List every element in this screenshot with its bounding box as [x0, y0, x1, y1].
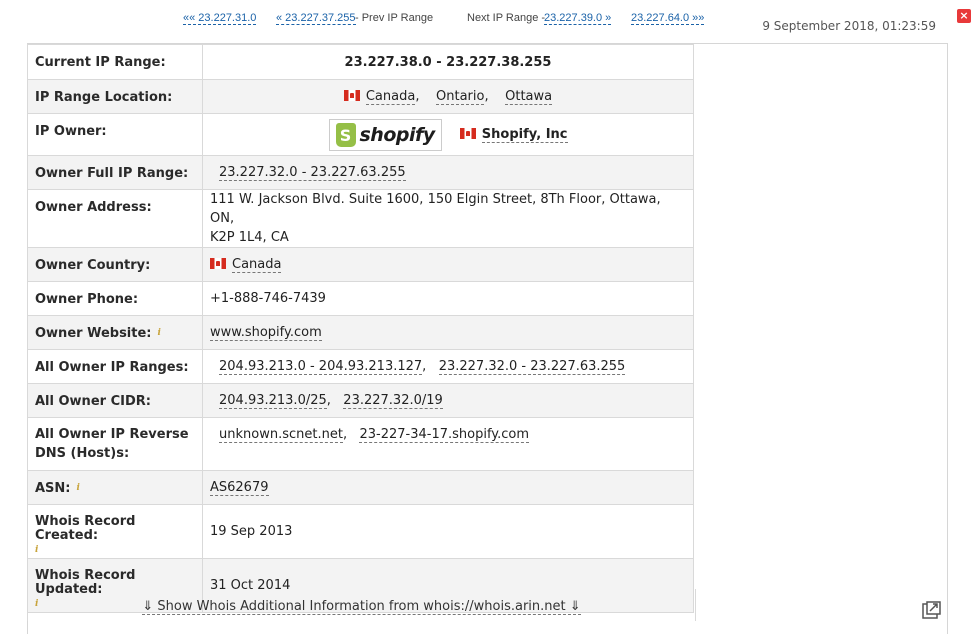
- asn-link[interactable]: AS62679: [210, 480, 269, 496]
- row-label: ASN: i: [27, 470, 203, 505]
- row-label: IP Range Location:: [27, 79, 203, 114]
- table-row: Current IP Range: 23.227.38.0 - 23.227.3…: [27, 44, 694, 80]
- rdns-label-line2: DNS (Host)s:: [35, 446, 130, 461]
- table-row: All Owner IP Reverse DNS (Host)s: unknow…: [27, 417, 694, 471]
- row-label: IP Owner:: [27, 113, 203, 156]
- row-label: Owner Country:: [27, 247, 203, 282]
- first-range-link[interactable]: «« 23.227.31.0: [183, 12, 257, 25]
- row-label: Owner Website: i: [27, 315, 203, 350]
- website-label: Owner Website:: [35, 326, 152, 341]
- phone-value: +1-888-746-7439: [202, 281, 694, 316]
- created-value: 19 Sep 2013: [202, 504, 694, 559]
- country-value: Canada: [202, 247, 694, 282]
- table-row: IP Owner: S shopify Shopify, Inc: [27, 113, 694, 156]
- row-label: All Owner IP Ranges:: [27, 349, 203, 384]
- current-range-value: 23.227.38.0 - 23.227.38.255: [202, 44, 694, 80]
- next-range-link[interactable]: 23.227.39.0 »: [544, 12, 612, 25]
- table-row: All Owner CIDR: 204.93.213.0/25, 23.227.…: [27, 383, 694, 418]
- canada-flag-icon: [343, 90, 360, 101]
- website-link[interactable]: www.shopify.com: [210, 325, 322, 341]
- canada-flag-icon: [459, 128, 476, 139]
- prev-range-label: - Prev IP Range: [355, 12, 434, 24]
- range-link[interactable]: 204.93.213.0 - 204.93.213.127: [219, 359, 423, 375]
- table-row: ASN: i AS62679: [27, 470, 694, 505]
- table-row: Owner Phone: +1-888-746-7439: [27, 281, 694, 316]
- table-row: IP Range Location: Canada, Ontario, Otta…: [27, 79, 694, 114]
- row-label: Owner Address:: [27, 189, 203, 248]
- table-row: Owner Website: i www.shopify.com: [27, 315, 694, 350]
- cidr-value: 204.93.213.0/25, 23.227.32.0/19: [202, 383, 694, 418]
- cidr-link[interactable]: 204.93.213.0/25: [219, 393, 327, 409]
- logo-wordmark: shopify: [359, 123, 436, 146]
- row-label: Owner Full IP Range:: [27, 155, 203, 190]
- address-value: 111 W. Jackson Blvd. Suite 1600, 150 Elg…: [202, 189, 694, 248]
- ip-info-table: Current IP Range: 23.227.38.0 - 23.227.3…: [27, 44, 694, 613]
- owner-country-link[interactable]: Canada: [232, 257, 282, 273]
- table-row: Owner Full IP Range: 23.227.32.0 - 23.22…: [27, 155, 694, 190]
- address-line1: 111 W. Jackson Blvd. Suite 1600, 150 Elg…: [210, 192, 661, 226]
- rdns-label-line1: All Owner IP Reverse: [35, 427, 189, 442]
- close-icon[interactable]: ×: [957, 9, 971, 23]
- page-datetime: 9 September 2018, 01:23:59: [762, 19, 936, 33]
- cidr-link[interactable]: 23.227.32.0/19: [343, 393, 443, 409]
- shopify-bag-icon: S: [335, 122, 356, 147]
- full-range-value: 23.227.32.0 - 23.227.63.255: [202, 155, 694, 190]
- next-range-label: Next IP Range -: [467, 12, 546, 24]
- rdns-value: unknown.scnet.net, 23-227-34-17.shopify.…: [202, 417, 694, 471]
- prev-range-link[interactable]: « 23.227.37.255: [276, 12, 356, 25]
- table-row: Whois Record Created: i 19 Sep 2013: [27, 504, 694, 559]
- location-value: Canada, Ontario, Ottawa: [202, 79, 694, 114]
- owner-value: S shopify Shopify, Inc: [202, 113, 694, 156]
- asn-value: AS62679: [202, 470, 694, 505]
- country-link[interactable]: Canada: [365, 89, 416, 105]
- row-label: All Owner IP Reverse DNS (Host)s:: [27, 417, 203, 471]
- info-icon[interactable]: i: [35, 543, 38, 557]
- table-row: All Owner IP Ranges: 204.93.213.0 - 204.…: [27, 349, 694, 384]
- show-more-label[interactable]: ⇓ Show Whois Additional Information from…: [142, 599, 581, 615]
- created-label: Whois Record Created:: [35, 514, 136, 543]
- city-link[interactable]: Ottawa: [505, 89, 553, 105]
- website-value: www.shopify.com: [202, 315, 694, 350]
- info-icon[interactable]: i: [158, 328, 161, 338]
- popout-icon[interactable]: [922, 601, 942, 619]
- info-icon[interactable]: i: [77, 483, 80, 493]
- shopify-logo[interactable]: S shopify: [328, 118, 442, 151]
- row-label: Current IP Range:: [27, 44, 203, 80]
- row-label: All Owner CIDR:: [27, 383, 203, 418]
- range-link[interactable]: 23.227.32.0 - 23.227.63.255: [438, 359, 626, 375]
- canada-flag-icon: [210, 258, 226, 269]
- table-row: Owner Address: 111 W. Jackson Blvd. Suit…: [27, 189, 694, 248]
- full-range-link[interactable]: 23.227.32.0 - 23.227.63.255: [219, 165, 406, 181]
- host-link[interactable]: 23-227-34-17.shopify.com: [359, 427, 530, 443]
- asn-label: ASN:: [35, 481, 71, 496]
- show-more-whois[interactable]: ⇓ Show Whois Additional Information from…: [27, 589, 696, 621]
- row-label: Whois Record Created: i: [27, 504, 203, 559]
- address-line2: K2P 1L4, CA: [210, 230, 289, 245]
- table-row: Owner Country: Canada: [27, 247, 694, 282]
- owner-name-link[interactable]: Shopify, Inc: [481, 127, 568, 143]
- last-range-link[interactable]: 23.227.64.0 »»: [631, 12, 705, 25]
- row-label: Owner Phone:: [27, 281, 203, 316]
- region-link[interactable]: Ontario: [436, 89, 485, 105]
- all-ranges-value: 204.93.213.0 - 204.93.213.127, 23.227.32…: [202, 349, 694, 384]
- host-link[interactable]: unknown.scnet.net: [219, 427, 343, 443]
